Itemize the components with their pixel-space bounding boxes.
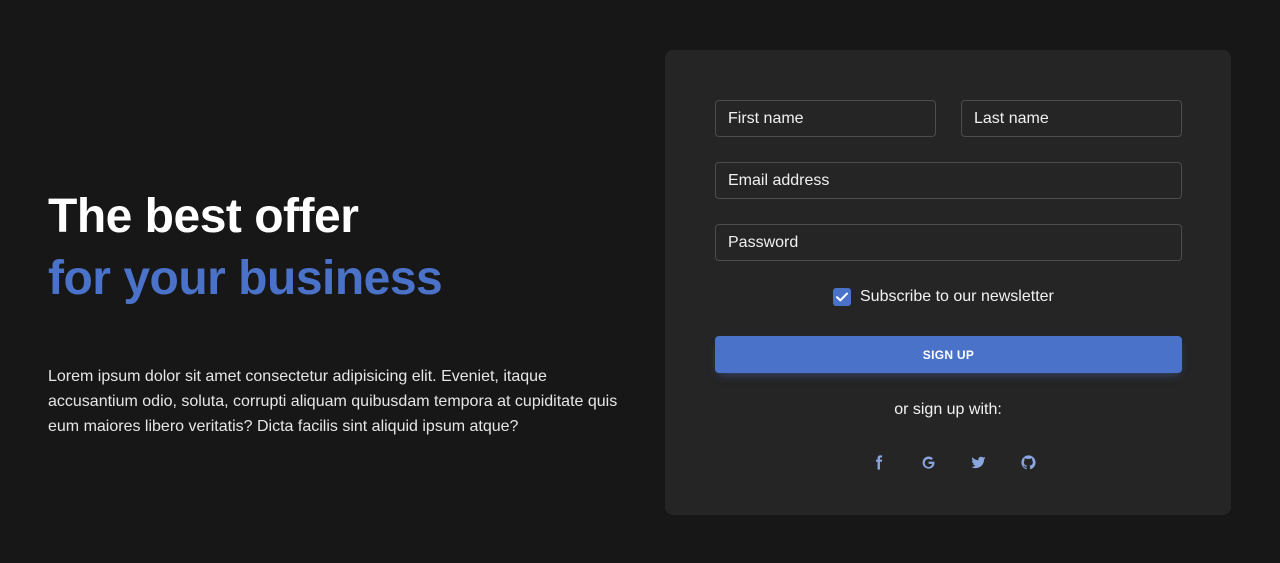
hero-description: Lorem ipsum dolor sit amet consectetur a… bbox=[48, 368, 618, 435]
sign-up-button[interactable]: SIGN UP bbox=[715, 336, 1182, 373]
google-icon bbox=[922, 456, 934, 469]
hero-title-accent: for your business bbox=[48, 252, 443, 305]
facebook-button[interactable] bbox=[860, 444, 896, 480]
or-sign-up-text: or sign up with: bbox=[894, 401, 1002, 418]
subscribe-label: Subscribe to our newsletter bbox=[860, 288, 1054, 305]
google-button[interactable] bbox=[910, 444, 946, 480]
twitter-icon bbox=[970, 456, 986, 468]
facebook-icon bbox=[875, 454, 882, 470]
hero-title: The best offer for your business bbox=[48, 186, 628, 310]
page: The best offer for your business Lorem i… bbox=[0, 0, 1280, 563]
subscribe-option[interactable]: Subscribe to our newsletter bbox=[833, 288, 1054, 306]
github-icon bbox=[1020, 454, 1036, 469]
checkmark-icon bbox=[836, 292, 848, 302]
social-buttons bbox=[860, 444, 1046, 480]
email-input[interactable] bbox=[715, 162, 1182, 199]
subscribe-checkbox[interactable] bbox=[833, 288, 851, 306]
github-button[interactable] bbox=[1010, 444, 1046, 480]
first-name-input[interactable] bbox=[715, 100, 936, 137]
hero-title-line1: The best offer bbox=[48, 190, 359, 243]
hero-section: The best offer for your business Lorem i… bbox=[48, 186, 628, 439]
password-input[interactable] bbox=[715, 224, 1182, 261]
signup-card: Subscribe to our newsletter SIGN UP or s… bbox=[665, 50, 1231, 515]
last-name-input[interactable] bbox=[961, 100, 1182, 137]
twitter-button[interactable] bbox=[960, 444, 996, 480]
